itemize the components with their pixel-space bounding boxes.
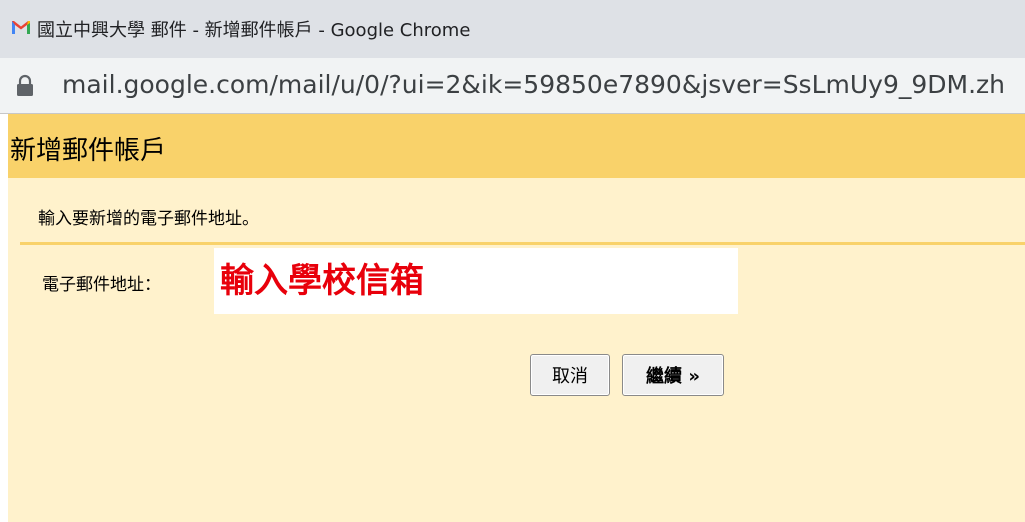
instruction-text: 輸入要新增的電子郵件地址。 <box>38 209 259 229</box>
lock-icon[interactable] <box>14 74 36 98</box>
page-title: 新增郵件帳戶 <box>10 136 167 166</box>
dialog-header: 新增郵件帳戶 <box>8 114 1025 178</box>
continue-button[interactable]: 繼續 » <box>622 354 724 396</box>
email-address-input[interactable] <box>214 248 738 314</box>
title-bar: 國立中興大學 郵件 - 新增郵件帳戶 - Google Chrome <box>0 0 1025 58</box>
browser-window: 國立中興大學 郵件 - 新增郵件帳戶 - Google Chrome mail.… <box>0 0 1025 522</box>
cancel-button[interactable]: 取消 <box>530 354 610 396</box>
address-bar[interactable]: mail.google.com/mail/u/0/?ui=2&ik=59850e… <box>0 58 1025 114</box>
window-title: 國立中興大學 郵件 - 新增郵件帳戶 - Google Chrome <box>37 20 471 41</box>
section-divider <box>20 242 1025 245</box>
add-mail-account-dialog: 新增郵件帳戶 輸入要新增的電子郵件地址。 電子郵件地址： 取消 繼續 » <box>8 114 1025 522</box>
gmail-icon <box>10 16 32 38</box>
url-text[interactable]: mail.google.com/mail/u/0/?ui=2&ik=59850e… <box>62 70 1005 99</box>
email-label: 電子郵件地址： <box>42 275 161 295</box>
